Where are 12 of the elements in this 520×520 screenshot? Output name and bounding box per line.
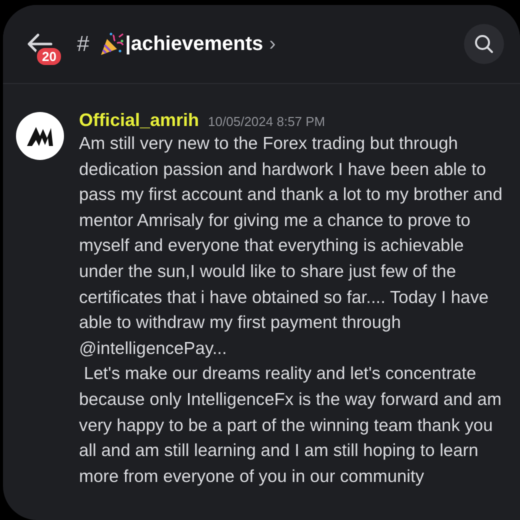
- party-popper-icon: [99, 31, 126, 57]
- message-text: Let's make our dreams reality and let's concentrate because only IntelligenceFx is the way forward and am very happy to be a part of the winning team thank you all and am still learning and I am still hoping to learn more from everyone of you in our community: [79, 362, 502, 488]
- message-text: Am still very new to the Forex trading but through dedication passion and hardwork I have been able to pass my first account and thank a lot to my brother and mentor Amrisaly for giving me a chance to prove to myself and everyone that everything is achievable under the sun,I would like to share just few of the certificates that i have obtained so far.... Today I have able to withdraw my first payment through @intelligencePay...: [79, 132, 504, 360]
- username[interactable]: Official_amrih: [79, 110, 200, 131]
- chevron: ›: [269, 32, 276, 56]
- search-button[interactable]: [464, 24, 504, 64]
- user-avatar[interactable]: [16, 112, 64, 160]
- search-icon: [474, 34, 494, 54]
- channel-hash: #: [77, 31, 90, 57]
- channel-name[interactable]: |achievements: [125, 32, 264, 56]
- timestamp: 10/05/2024 8:57 PM: [208, 114, 326, 129]
- unread-badge: 20: [35, 46, 64, 67]
